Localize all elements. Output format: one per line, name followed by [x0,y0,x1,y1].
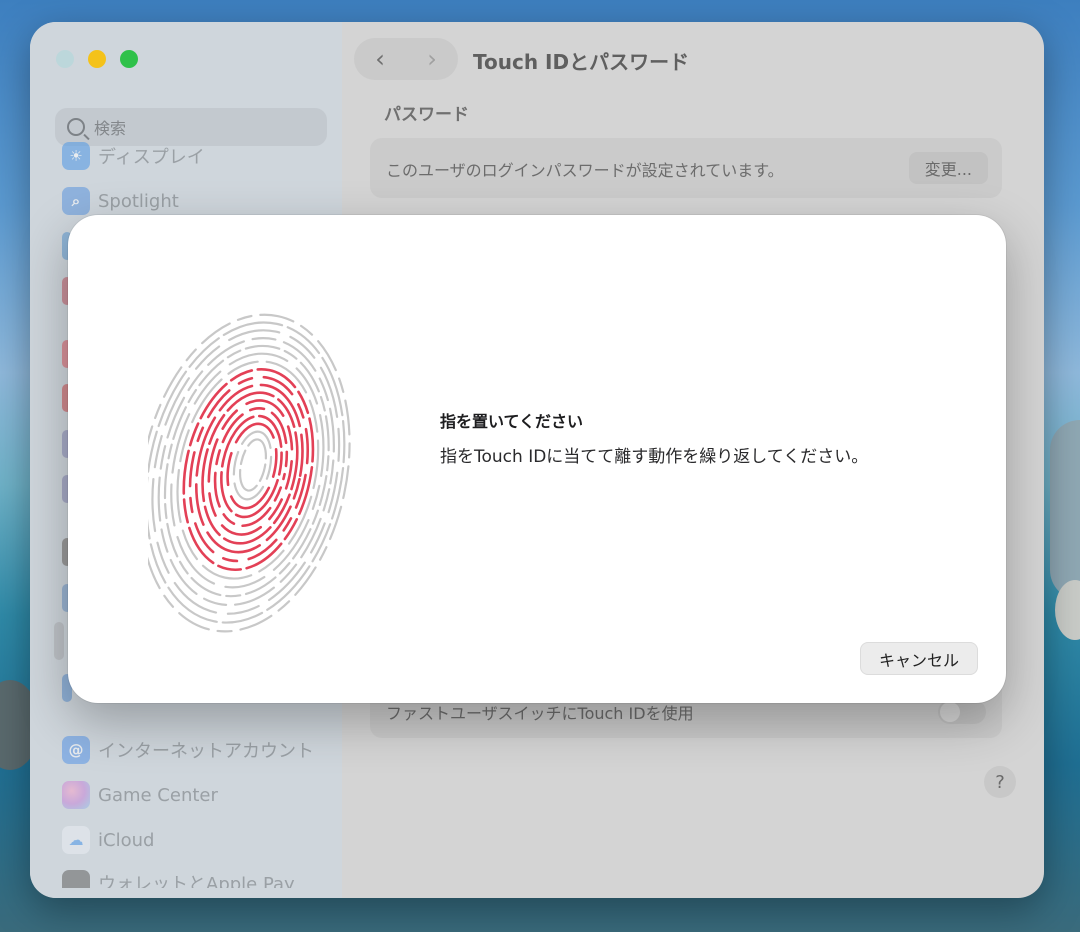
sidebar-item-label: iCloud [98,829,155,851]
desktop-rock [1050,420,1080,600]
fingerprint-ring [238,438,268,492]
change-password-button[interactable]: 変更... [908,152,988,184]
chevron-right-icon: › [427,45,437,73]
fingerprint-ring [232,430,273,501]
sidebar-item-spotlight[interactable]: ⌕ Spotlight [62,187,179,215]
password-row: このユーザのログインパスワードが設定されています。 変更... [370,138,1002,198]
sidebar-item-internet-accounts[interactable]: @ インターネットアカウント [62,736,314,764]
section-title-password: パスワード [384,105,469,125]
dialog-title: 指を置いてください [440,412,584,431]
touch-id-dialog: 指を置いてください 指をTouch IDに当てて離す動作を繰り返してください。 … [68,215,1006,703]
chevron-left-icon: ‹ [375,45,385,73]
back-button[interactable]: ‹ [354,38,406,80]
forward-button[interactable]: › [406,38,458,80]
magnifier-icon: ⌕ [62,187,90,215]
password-row-text: このユーザのログインパスワードが設定されています。 [386,161,784,180]
close-button[interactable] [56,50,74,68]
fingerprint-ring-active [207,399,294,536]
sidebar-item-game-center[interactable]: Game Center [62,781,218,809]
window-title: Touch IDとパスワード [473,50,690,74]
nav-button-group: ‹ › [354,38,458,80]
cloud-icon: ☁ [62,826,90,854]
sidebar-item-label: Game Center [98,784,218,806]
sidebar-item-selected[interactable] [54,622,64,660]
wallet-icon [62,870,90,888]
fingerprint-icon [148,313,351,633]
sun-icon: ☀ [62,142,90,170]
sidebar-item-label: ディスプレイ [98,147,205,168]
search-input[interactable]: 検索 [55,108,327,146]
fast-user-switch-text: ファストユーザスイッチにTouch IDを使用 [386,704,694,723]
sidebar-item-label: ウォレットとApple Pay [98,874,295,888]
minimize-button[interactable] [88,50,106,68]
at-sign-icon: @ [62,736,90,764]
sidebar-item-label: インターネットアカウント [98,741,314,762]
sidebar-item-display[interactable]: ☀ ディスプレイ [62,142,205,170]
zoom-button[interactable] [120,50,138,68]
help-button[interactable]: ? [984,766,1016,798]
search-placeholder: 検索 [94,119,127,138]
sidebar-item-wallet[interactable]: ウォレットとApple Pay [62,870,295,888]
search-icon [67,118,85,136]
fast-user-switch-toggle[interactable] [938,700,986,724]
cancel-button[interactable]: キャンセル [860,642,978,675]
sidebar-item-icloud[interactable]: ☁ iCloud [62,826,154,854]
sidebar-item-label: Spotlight [98,190,179,212]
game-center-icon [62,781,90,809]
dialog-message: 指をTouch IDに当てて離す動作を繰り返してください。 [440,447,869,467]
